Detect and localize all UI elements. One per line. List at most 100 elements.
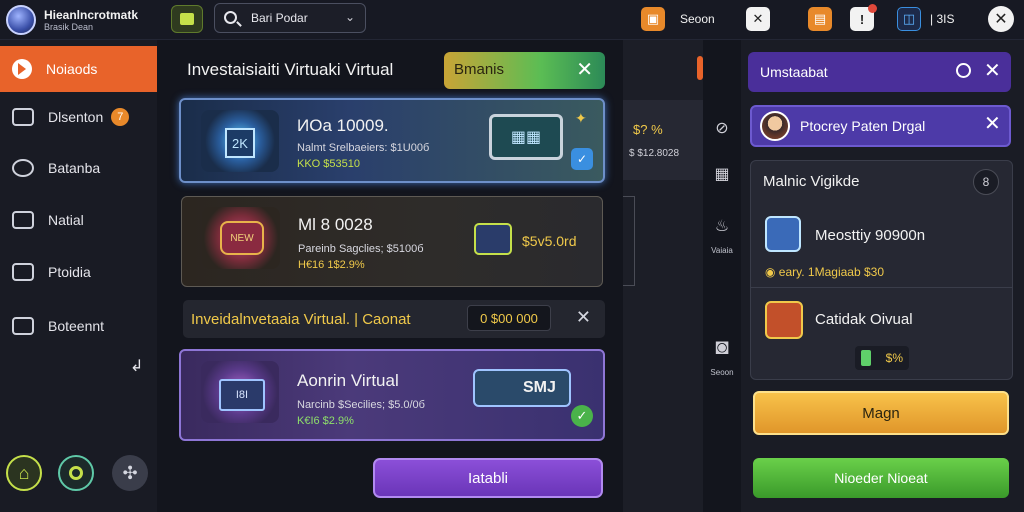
tablet-icon [765,216,801,252]
thumb-label: 2K [225,128,255,158]
card-thumbnail: NEW [202,207,280,269]
close-icon[interactable]: ✕ [576,307,591,328]
sidebar-item-dlsenton[interactable]: Dlsenton 7 [0,94,157,140]
notification-dot [868,4,877,13]
sidebar-item-batanba[interactable]: Batanba [0,145,157,191]
check-icon[interactable]: ✕ [746,7,770,31]
rail-card-title: $? % [633,122,663,137]
shield-icon[interactable]: ◫ [897,7,921,31]
wallet-icon [474,223,512,255]
sidebar-item-label: Ptoidia [48,264,91,280]
list-title: Malnic Vigikde [763,173,860,190]
avatar [760,111,790,141]
battery-icon [861,350,871,366]
sidebar-item-boteennt[interactable]: Boteennt [0,303,157,349]
coin-balance: | 3IS [930,12,955,26]
bell-icon[interactable]: ! [850,4,877,31]
card-price: $5v5.0rd [522,233,577,249]
thumb-label: I8I [219,379,265,411]
list-count[interactable]: 8 [973,169,999,195]
sidebar-item-label: Boteennt [48,318,105,334]
green-button[interactable]: Nioeder Nioeat [753,458,1009,498]
rail-card[interactable]: $? % $ $12.8028 [623,100,703,180]
sidebar: Noiaods Dlsenton 7 Batanba Natial Ptoidia… [0,40,157,512]
card-stat: KKO $53510 [297,158,360,170]
card-stat: H€16 1$2.9% [298,259,365,271]
divider [751,287,1012,288]
list-item-title[interactable]: Meosttiy 90900n [815,227,925,244]
list-item-stat: $% [855,346,909,370]
search-icon[interactable] [58,455,94,491]
sidebar-item-noiaods[interactable]: Noiaods [0,46,157,92]
card-thumbnail: I8I [201,361,279,423]
card-detail: Pareinb Sagclies; $5100б [298,243,424,255]
page-title: Investaisiaiti Virtuaki Virtual [187,60,394,79]
search-dropdown[interactable]: Bari Podar ⌄ [214,3,366,33]
gold-button[interactable]: Magn [753,391,1009,435]
info-banner: Inveidalnvetaaia Virtual. | Caonat 0 $00… [183,300,605,338]
panel-header: Umstaabat ✕ [748,52,1011,92]
home-icon[interactable]: ⌂ [6,455,42,491]
card-detail: Nalmt Srelbaeiers: $1U00б [297,142,430,154]
list-icon [12,108,34,126]
thumb-label: NEW [220,221,264,255]
banner-value: 0 $00 000 [467,305,551,331]
investment-card[interactable]: I8I Aonrin Virtual Narcinb $Secilies; $5… [179,349,605,441]
card-title: ИOa 10009. [297,116,389,135]
sidebar-item-ptoidia[interactable]: Ptoidia [0,249,157,295]
wallet-icon: SMJ [473,369,571,407]
scroll-indicator [697,56,703,80]
close-icon[interactable]: ✕ [988,6,1014,32]
close-icon[interactable]: ✕ [984,58,1001,83]
flame-icon[interactable]: ♨ [708,216,736,236]
sidebar-item-natial[interactable]: Natial [0,197,157,243]
search-icon[interactable] [956,63,971,78]
expand-arrow-icon[interactable]: ↲ [130,356,143,376]
shield-check-icon: ✓ [571,148,593,170]
cards-icon[interactable]: ▦ [708,164,736,184]
investment-card[interactable]: 2K ИOa 10009. Nalmt Srelbaeiers: $1U00б … [179,98,605,183]
count-badge: 7 [111,108,130,126]
house-icon [12,317,34,335]
search-icon [224,11,237,24]
close-icon[interactable]: ✕ [576,57,593,82]
clock-icon[interactable]: ⊘ [708,118,736,138]
rail-label: Seoon [710,368,734,377]
app-subtitle: Brasik Dean [44,22,94,32]
sidebar-item-label: Dlsenton [48,109,104,125]
card-badge: SMJ [523,379,556,396]
home-button[interactable] [171,5,203,33]
investment-card[interactable]: NEW Ml 8 0028 Pareinb Sagclies; $5100б H… [181,196,603,287]
list-item-subtitle: ◉ eary. 1Magiaab $30 [765,265,884,279]
asset-list: Malnic Vigikde 8 Meosttiy 90900n ◉ eary.… [750,160,1013,380]
house-icon [12,211,34,229]
gift-icon[interactable]: ▤ [808,7,832,31]
sidebar-item-label: Batanba [48,160,101,176]
rail-card-value: $ $12.8028 [629,148,680,159]
panel-title: Umstaabat [760,64,828,80]
user-row[interactable]: Ptocrey Paten Drgal ✕ [750,105,1011,147]
document-icon [12,263,34,281]
card-detail: Narcinb $Secilies; $5.0/0б [297,399,425,411]
camera-icon[interactable]: ◙ [708,334,736,360]
chat-icon[interactable]: ▣ [641,7,665,31]
stat-value: $% [885,351,903,365]
sidebar-item-label: Natial [48,212,84,228]
close-icon[interactable]: ✕ [984,111,1001,136]
primary-button[interactable]: Iatabli [373,458,603,498]
app-logo[interactable] [6,5,36,35]
list-item-title[interactable]: Catidak Oivual [815,311,913,328]
chat-bubble-icon [12,159,34,177]
card-thumbnail: 2K [201,110,279,172]
filter-chip[interactable]: Bmanis ✕ [444,52,605,89]
play-icon [12,59,32,79]
app-title: Hieanlncrotmatk [44,8,139,22]
rail-label: Vaiaia [711,246,733,255]
tablet-icon: ▦▦ [489,114,563,160]
check-icon: ✓ [571,405,593,427]
user-name: Ptocrey Paten Drgal [800,118,926,134]
joystick-icon[interactable]: ✣ [112,455,148,491]
chat-label: Seoon [680,12,715,26]
divider [623,196,635,286]
home-icon [180,13,194,25]
